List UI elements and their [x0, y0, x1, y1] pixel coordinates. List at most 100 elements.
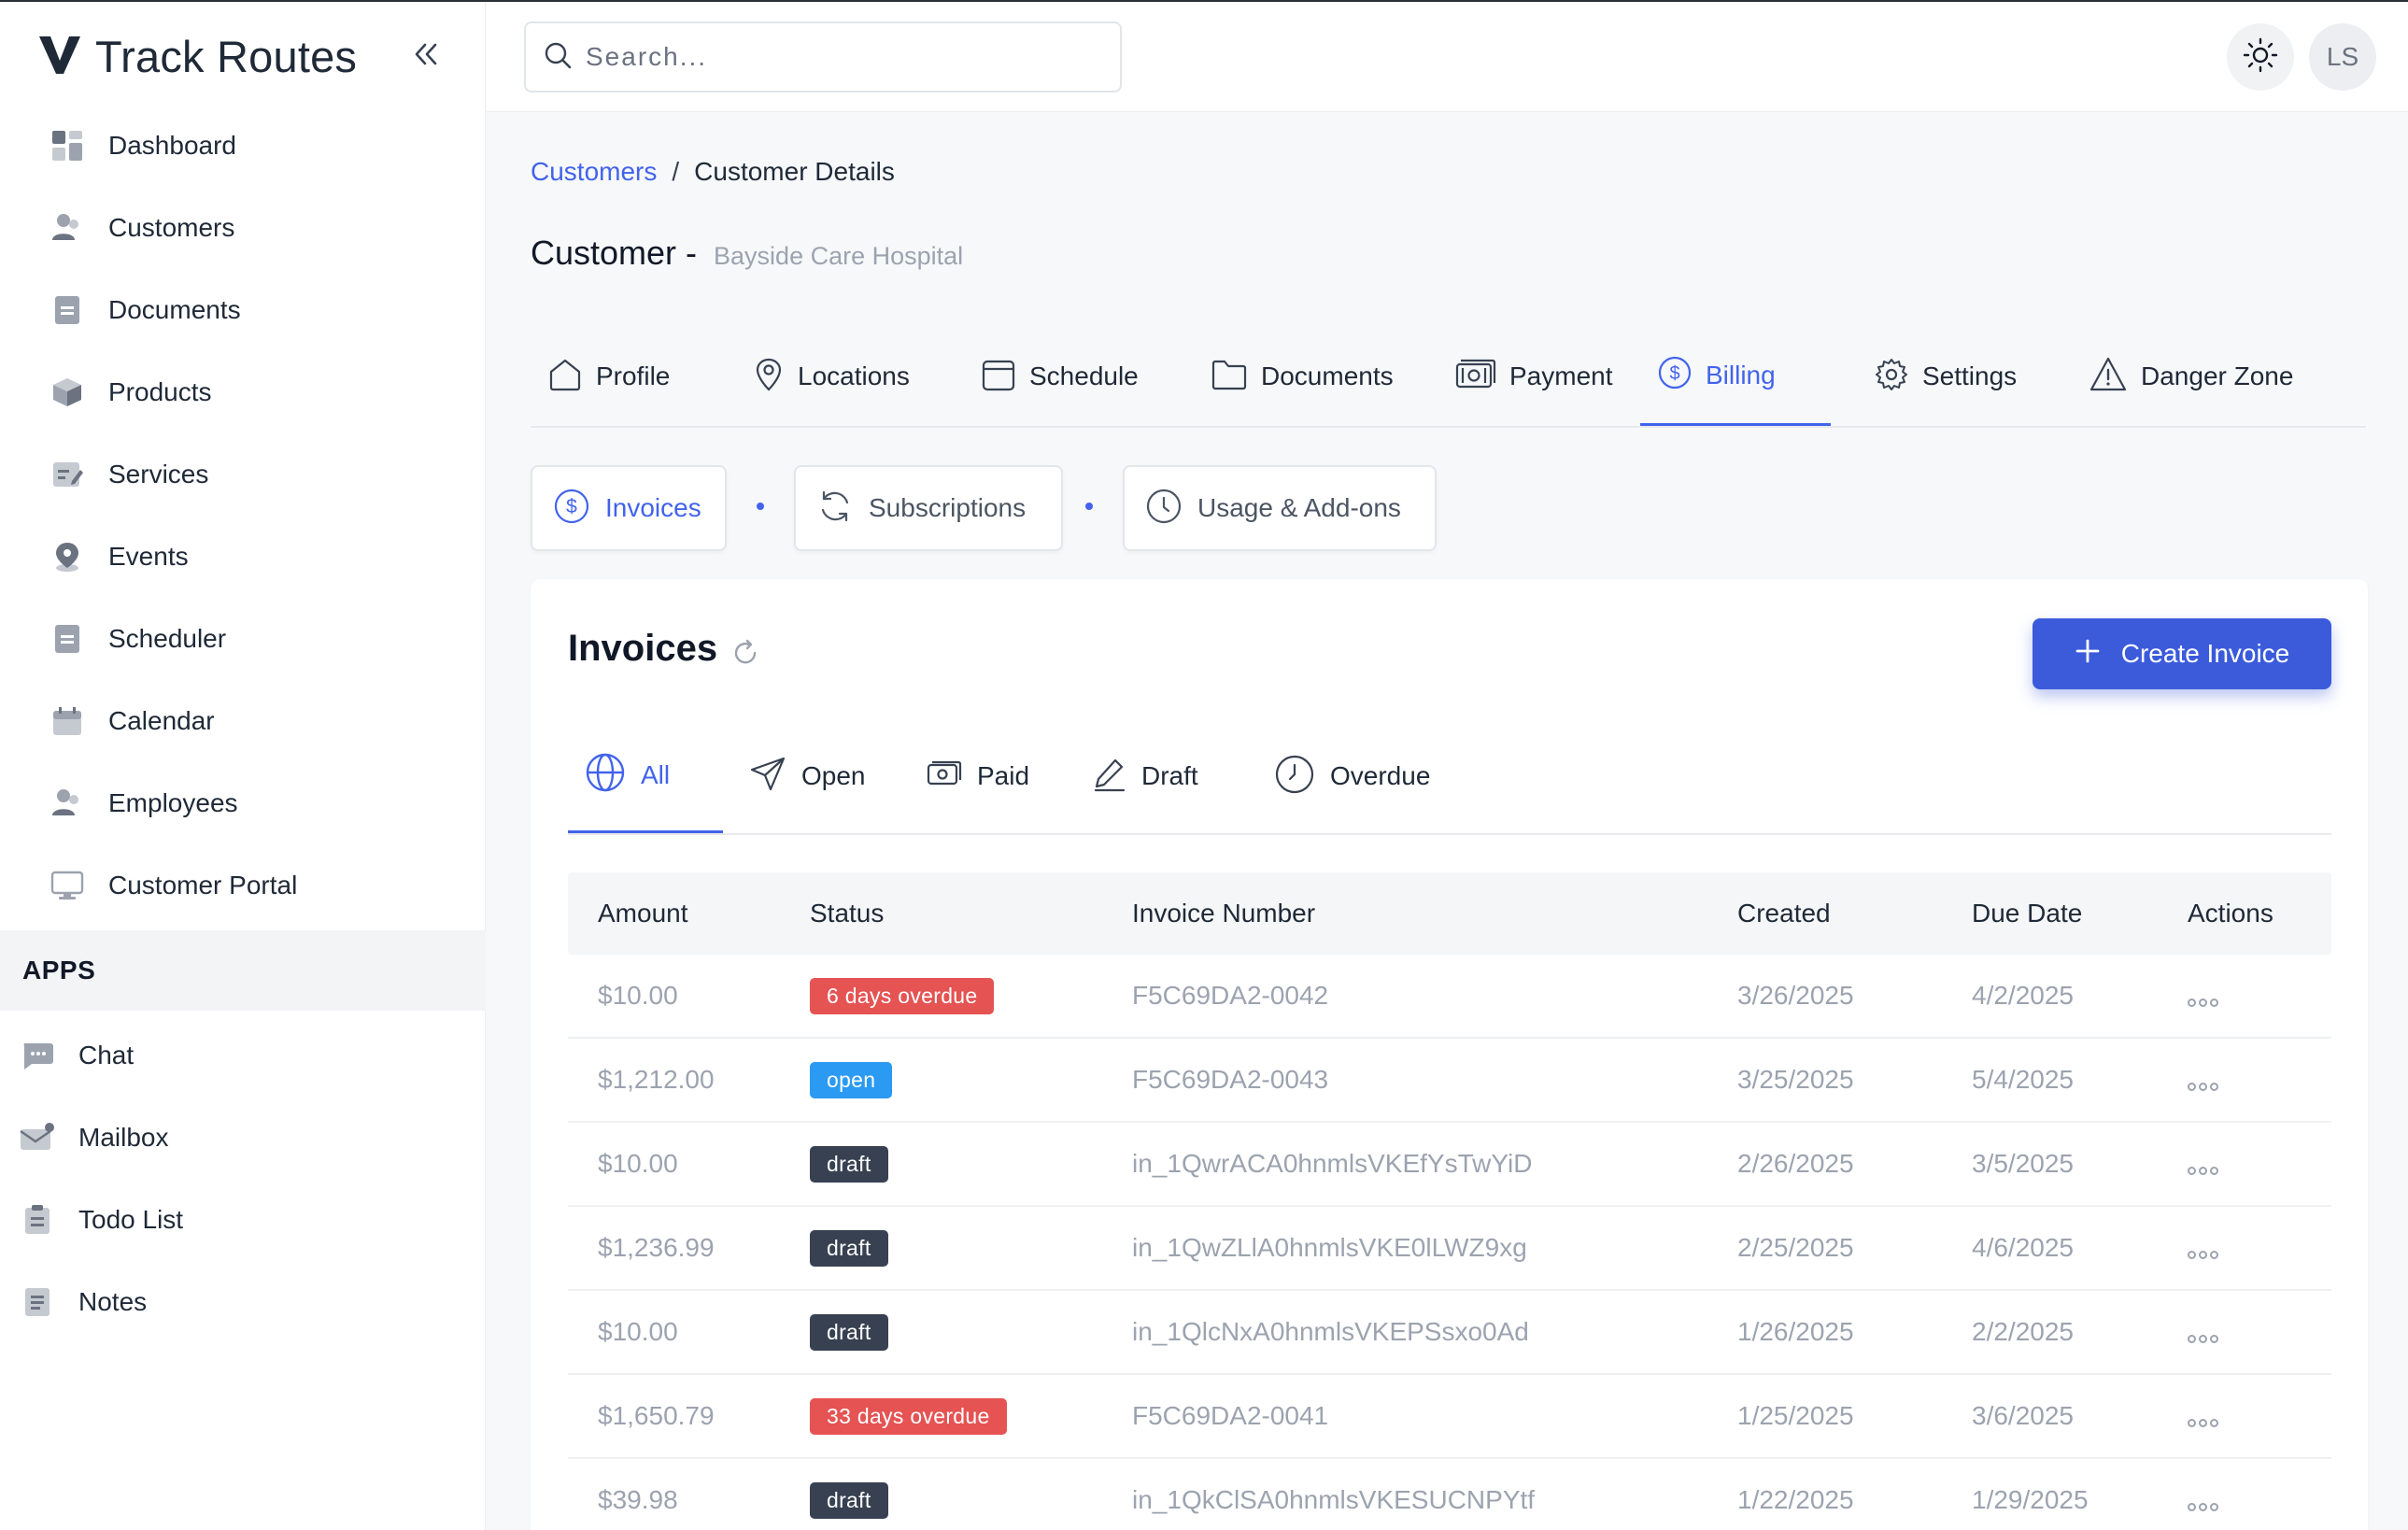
tab-danger-zone[interactable]: Danger Zone	[2072, 327, 2310, 426]
column-header-amount[interactable]: Amount	[598, 899, 688, 928]
more-actions-icon[interactable]	[2188, 998, 2218, 1007]
amount-cell: $10.00	[598, 1149, 678, 1178]
created-cell: 3/25/2025	[1737, 1065, 1854, 1094]
table-row[interactable]: $10.00 6 days overdue F5C69DA2-0042 3/26…	[568, 955, 2331, 1039]
tab-documents[interactable]: Documents	[1194, 327, 1410, 426]
table-row[interactable]: $10.00 draft in_1QlcNxA0hnmlsVKEPSsxo0Ad…	[568, 1291, 2331, 1375]
filter-draft[interactable]: Draft	[1076, 719, 1215, 833]
create-invoice-button[interactable]: Create Invoice	[2033, 618, 2331, 689]
sidebar-item-todo-list[interactable]: Todo List	[0, 1179, 486, 1261]
table-row[interactable]: $1,236.99 draft in_1QwZLlA0hnmlsVKE0lLWZ…	[568, 1207, 2331, 1291]
clock-icon	[1145, 488, 1183, 530]
tab-payment[interactable]: Payment	[1438, 327, 1630, 426]
search-box[interactable]	[524, 21, 1122, 92]
amount-cell: $1,650.79	[598, 1401, 715, 1430]
box-icon	[49, 374, 86, 411]
users-icon	[49, 785, 86, 822]
invoices-card: Invoices Create Invoice All Open Paid Dr…	[531, 579, 2368, 1530]
sidebar-item-customers[interactable]: Customers	[0, 187, 486, 269]
refresh-icon	[816, 488, 854, 530]
column-header-status[interactable]: Status	[810, 899, 884, 928]
sidebar-item-documents[interactable]: Documents	[0, 269, 486, 351]
filter-open[interactable]: Open	[732, 719, 883, 833]
breadcrumb-customers-link[interactable]: Customers	[531, 157, 657, 187]
sidebar-item-services[interactable]: Services	[0, 433, 486, 516]
sidebar-item-mailbox[interactable]: Mailbox	[0, 1097, 486, 1179]
invoices-table: Amount Status Invoice Number Created Due…	[568, 872, 2331, 1530]
sidebar-item-chat[interactable]: Chat	[0, 1014, 486, 1097]
invoice-number-cell: F5C69DA2-0042	[1132, 981, 1329, 1010]
column-header-invoice-number[interactable]: Invoice Number	[1132, 899, 1315, 928]
filter-label: Overdue	[1330, 761, 1431, 790]
more-actions-icon[interactable]	[2188, 1418, 2218, 1427]
tab-locations[interactable]: Locations	[736, 327, 927, 426]
sidebar-item-label: Mailbox	[78, 1123, 169, 1152]
status-cell: draft	[810, 1481, 888, 1519]
more-actions-icon[interactable]	[2188, 1502, 2218, 1511]
due-date-cell: 2/2/2025	[1972, 1317, 2074, 1346]
create-invoice-label: Create Invoice	[2120, 639, 2290, 668]
column-header-due-date[interactable]: Due Date	[1972, 899, 2082, 928]
tab-schedule[interactable]: Schedule	[964, 327, 1155, 426]
amount-cell: $39.98	[598, 1485, 678, 1514]
calendar-icon	[981, 357, 1016, 397]
column-header-created[interactable]: Created	[1737, 899, 1831, 928]
filter-paid[interactable]: Paid	[910, 719, 1046, 833]
sidebar-item-calendar[interactable]: Calendar	[0, 680, 486, 762]
sidebar-item-label: Customer Portal	[108, 871, 298, 900]
sidebar-item-customer-portal[interactable]: Customer Portal	[0, 844, 486, 927]
more-actions-icon[interactable]	[2188, 1334, 2218, 1343]
table-row[interactable]: $1,650.79 33 days overdue F5C69DA2-0041 …	[568, 1375, 2331, 1459]
table-row[interactable]: $39.98 draft in_1QkClSA0hnmlsVKESUCNPYtf…	[568, 1459, 2331, 1530]
filter-overdue[interactable]: Overdue	[1257, 719, 1447, 833]
user-avatar[interactable]: LS	[2309, 23, 2376, 91]
tab-settings[interactable]: Settings	[1857, 327, 2033, 426]
tab-billing[interactable]: $ Billing	[1640, 327, 1831, 426]
subtab-label: Usage & Add-ons	[1197, 493, 1401, 522]
chevrons-left-icon	[414, 41, 438, 72]
subtab-usage-addons[interactable]: Usage & Add-ons	[1123, 465, 1437, 551]
table-row[interactable]: $10.00 draft in_1QwrACA0hnmlsVKEfYsTwYiD…	[568, 1123, 2331, 1207]
sidebar-item-dashboard[interactable]: Dashboard	[0, 105, 486, 187]
breadcrumb: Customers / Customer Details	[531, 157, 895, 187]
tab-profile[interactable]: Profile	[531, 327, 687, 426]
invoices-title: Invoices	[568, 628, 718, 669]
search-input[interactable]	[586, 42, 1090, 72]
table-row[interactable]: $1,212.00 open F5C69DA2-0043 3/25/2025 5…	[568, 1039, 2331, 1123]
subtab-separator-dot	[1085, 503, 1093, 510]
more-actions-icon[interactable]	[2188, 1250, 2218, 1259]
status-badge: draft	[810, 1145, 888, 1183]
sidebar-item-label: Chat	[78, 1041, 135, 1070]
sidebar-item-events[interactable]: Events	[0, 516, 486, 598]
amount-cell: $10.00	[598, 1317, 678, 1346]
more-actions-icon[interactable]	[2188, 1082, 2218, 1091]
more-actions-icon[interactable]	[2188, 1166, 2218, 1175]
due-date-cell: 4/2/2025	[1972, 981, 2074, 1010]
collapse-sidebar-button[interactable]	[411, 37, 441, 75]
brand[interactable]: Track Routes	[37, 28, 357, 84]
document-icon	[49, 291, 86, 329]
map-pin-icon	[753, 357, 785, 397]
sidebar-item-employees[interactable]: Employees	[0, 762, 486, 844]
filter-all[interactable]: All	[568, 719, 723, 833]
sidebar-item-label: Events	[108, 542, 189, 571]
subtab-invoices[interactable]: $ Invoices	[531, 465, 727, 551]
sidebar-item-notes[interactable]: Notes	[0, 1261, 486, 1343]
sidebar-item-label: Customers	[108, 213, 235, 242]
status-badge: 6 days overdue	[810, 977, 995, 1014]
status-cell: draft	[810, 1145, 888, 1183]
sidebar-nav: Dashboard Customers Documents Products S…	[0, 105, 486, 927]
tab-label: Profile	[596, 361, 671, 390]
sidebar-item-products[interactable]: Products	[0, 351, 486, 433]
created-cell: 3/26/2025	[1737, 981, 1854, 1010]
refresh-icon[interactable]	[731, 639, 759, 667]
subtab-subscriptions[interactable]: Subscriptions	[794, 465, 1063, 551]
tab-label: Payment	[1509, 361, 1613, 390]
status-cell: 6 days overdue	[810, 977, 995, 1014]
status-badge: draft	[810, 1481, 888, 1519]
sidebar-item-scheduler[interactable]: Scheduler	[0, 598, 486, 680]
calendar-icon	[49, 702, 86, 740]
theme-toggle-button[interactable]	[2227, 23, 2294, 91]
mail-icon	[19, 1119, 56, 1156]
created-cell: 1/25/2025	[1737, 1401, 1854, 1430]
